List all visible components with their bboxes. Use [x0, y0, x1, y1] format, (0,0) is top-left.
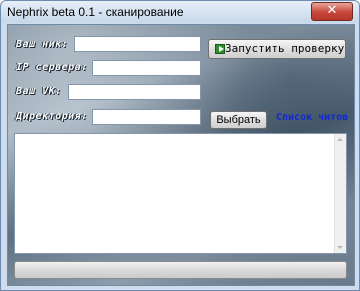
close-icon: ✕ — [326, 3, 338, 18]
log-output[interactable] — [14, 133, 347, 254]
vk-label: Ваш VK: — [16, 86, 62, 97]
scroll-up-arrow-icon[interactable] — [337, 138, 343, 141]
play-icon — [215, 44, 225, 54]
log-scrollbar[interactable] — [334, 134, 346, 253]
start-scan-label: Запустить проверку — [225, 42, 345, 55]
window-title: Nephrix beta 0.1 - сканирование — [7, 5, 184, 19]
nick-label: Ваш ник: — [16, 39, 69, 50]
browse-button[interactable]: Выбрать — [210, 111, 267, 129]
title-bar: Nephrix beta 0.1 - сканирование ✕ — [1, 1, 359, 23]
scroll-down-arrow-icon[interactable] — [337, 246, 343, 249]
app-window: Nephrix beta 0.1 - сканирование ✕ Ваш ни… — [0, 0, 360, 291]
vk-field[interactable] — [68, 84, 201, 100]
directory-label: Директория: — [16, 111, 88, 122]
ip-label: IP сервера: — [16, 62, 88, 73]
start-scan-button[interactable]: Запустить проверку — [208, 39, 346, 59]
main-panel: Ваш ник: IP сервера: Ваш VK: Директория:… — [7, 24, 355, 286]
ip-field[interactable] — [92, 60, 201, 76]
scan-progress-bar — [14, 261, 347, 279]
nick-field[interactable] — [74, 36, 201, 52]
close-button[interactable]: ✕ — [311, 2, 353, 21]
directory-field[interactable] — [92, 109, 201, 125]
cheat-list-link[interactable]: Список читов — [276, 112, 348, 123]
